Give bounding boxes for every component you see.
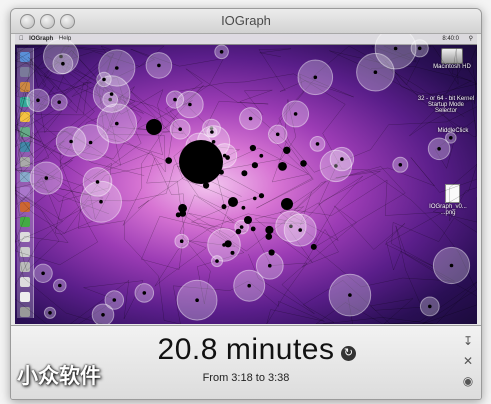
duration-value: 20.8 [157,333,218,366]
pause-center-dot [247,283,251,288]
click-dot [265,233,273,240]
click-dot [310,243,317,250]
pause-center-dot [157,63,161,68]
pause-center-dot [275,132,280,137]
pause-center-dot [69,139,73,144]
pause-center-dot [178,127,182,131]
pause-center-dot [57,100,61,104]
pause-center-dot [393,46,398,51]
click-dot [203,156,212,165]
click-dot [281,198,293,210]
pause-center-dot [102,77,106,82]
click-dot [258,193,265,199]
pause-center-dot [109,92,114,96]
watermark-text: 小众软件 [17,364,101,388]
pause-center-dot [449,263,454,268]
click-dot [241,205,246,210]
pause-center-dot [248,116,253,121]
click-dot [146,119,162,135]
pause-center-dot [99,199,103,204]
tools-icon[interactable]: ✕ [461,354,475,368]
pause-center-dot [115,66,119,70]
click-dot [241,170,248,177]
mouse-path-line [165,68,477,324]
pause-center-dot [188,102,192,107]
pause-center-dot [239,225,244,229]
click-dot [278,162,287,171]
pause-center-dot [115,121,119,126]
pause-center-dot [61,61,65,66]
pause-center-dot [340,157,344,161]
click-dot [186,158,192,163]
click-dot [283,146,291,154]
iograph-window: IOGraph  IOGraph Help 8:40:0 ⚲ [10,8,482,400]
pause-center-dot [142,291,147,295]
click-dot [225,155,230,160]
click-dot [265,225,274,235]
pause-center-dot [41,271,45,276]
pause-center-dot [179,239,184,243]
title-bar: IOGraph [11,9,481,34]
pause-center-dot [313,75,318,80]
click-dot [203,182,210,189]
pause-center-dot [268,263,272,268]
globe-icon[interactable]: ◉ [461,374,475,388]
click-dot [300,160,307,167]
click-dot [230,250,235,255]
pause-center-dot [211,140,216,144]
pause-center-dot [48,311,52,315]
pause-center-dot [293,112,298,116]
mouse-path-line [293,66,477,324]
pause-center-dot [36,98,40,103]
reset-icon[interactable]: ↻ [341,346,356,361]
click-dot [179,140,223,184]
pause-center-dot [58,283,62,288]
click-dot [224,240,232,248]
pause-center-dot [210,130,214,134]
duration-unit: minutes [225,333,335,366]
graph-canvas:  IOGraph Help 8:40:0 ⚲ [15,34,477,324]
pause-center-dot [173,97,177,102]
pause-center-dot [428,304,432,309]
click-dot [194,153,204,162]
click-dot [235,228,242,235]
click-dot [244,216,252,224]
click-dot [228,198,234,204]
mouse-path-overlay [15,34,477,324]
click-dot [251,162,258,169]
pause-center-dot [398,163,403,167]
pause-center-dot [417,46,422,51]
pause-center-dot [95,180,100,184]
pause-center-dot [215,259,219,263]
click-dot [268,249,275,256]
click-dot [221,204,227,210]
pause-center-dot [449,136,453,140]
download-icon[interactable]: ↧ [461,334,475,348]
window-title: IOGraph [221,13,271,28]
pause-center-dot [44,176,49,180]
click-dot [249,144,256,152]
pause-center-dot [112,298,117,302]
pause-center-dot [298,228,303,232]
pause-center-dot [348,293,352,297]
pause-center-dot [437,147,441,151]
pause-center-dot [219,50,224,54]
click-dot [218,169,224,175]
pause-center-dot [88,140,93,145]
click-dot [259,153,264,158]
pause-center-dot [195,298,199,303]
click-dot [165,157,172,164]
click-dot [253,196,257,201]
pause-center-dot [373,70,378,74]
click-dot [179,210,187,217]
pause-center-dot [101,313,105,317]
pause-center-dot [315,142,320,146]
click-dot [250,226,256,232]
